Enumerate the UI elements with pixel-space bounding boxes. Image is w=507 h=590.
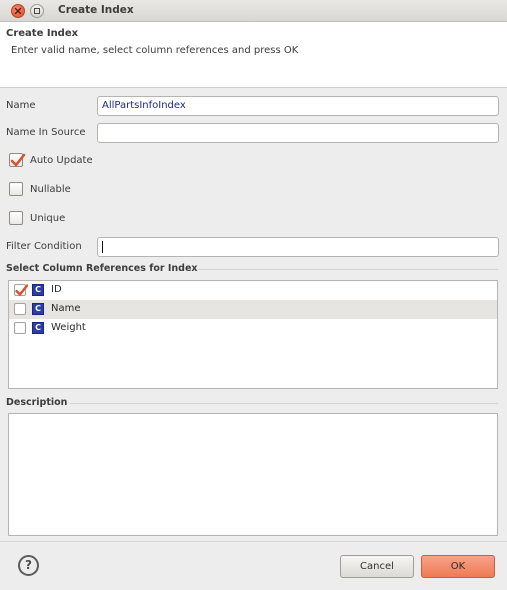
filter-condition-label: Filter Condition (6, 241, 82, 252)
maximize-icon[interactable] (30, 4, 44, 18)
column-checkbox-weight[interactable] (14, 322, 26, 334)
dialog-header-message: Enter valid name, select column referenc… (11, 45, 299, 56)
column-row-weight[interactable]: C Weight (9, 319, 497, 338)
group-divider (70, 403, 498, 404)
window-title: Create Index (58, 4, 134, 16)
column-name: Weight (51, 322, 86, 333)
column-icon: C (32, 284, 44, 296)
checkmark-icon (15, 284, 29, 296)
name-in-source-field[interactable] (97, 123, 499, 143)
text-cursor (102, 241, 103, 253)
auto-update-label: Auto Update (30, 155, 93, 166)
ok-button[interactable]: OK (421, 555, 495, 578)
column-row-name[interactable]: C Name (9, 300, 497, 319)
column-icon: C (32, 322, 44, 334)
nullable-checkbox[interactable] (9, 182, 23, 196)
column-name: Name (51, 303, 81, 314)
checkmark-icon (10, 153, 26, 167)
filter-condition-field[interactable] (97, 237, 499, 257)
column-references-list[interactable]: C ID C Name C Weight (8, 280, 498, 389)
auto-update-checkbox[interactable] (9, 153, 26, 167)
column-icon: C (32, 303, 44, 315)
name-field[interactable]: AllPartsInfoIndex (97, 96, 499, 116)
close-icon[interactable] (11, 4, 25, 18)
column-checkbox-name[interactable] (14, 303, 26, 315)
dialog-header: Create Index Enter valid name, select co… (0, 22, 507, 88)
column-name: ID (51, 284, 62, 295)
name-in-source-label: Name In Source (6, 127, 86, 138)
dialog-header-title: Create Index (6, 28, 79, 39)
unique-checkbox[interactable] (9, 211, 23, 225)
column-row-id[interactable]: C ID (9, 281, 497, 300)
column-checkbox-id[interactable] (14, 284, 29, 296)
help-icon[interactable]: ? (18, 555, 39, 576)
nullable-label: Nullable (30, 184, 71, 195)
column-references-group-title: Select Column References for Index (6, 263, 198, 274)
name-field-value: AllPartsInfoIndex (102, 100, 186, 111)
description-textarea[interactable] (8, 413, 498, 536)
footer-divider (0, 541, 507, 542)
name-label: Name (6, 100, 36, 111)
unique-label: Unique (30, 213, 66, 224)
group-divider (198, 269, 498, 270)
title-bar: Create Index (0, 0, 507, 22)
description-group-title: Description (6, 397, 68, 408)
cancel-button[interactable]: Cancel (340, 555, 414, 578)
